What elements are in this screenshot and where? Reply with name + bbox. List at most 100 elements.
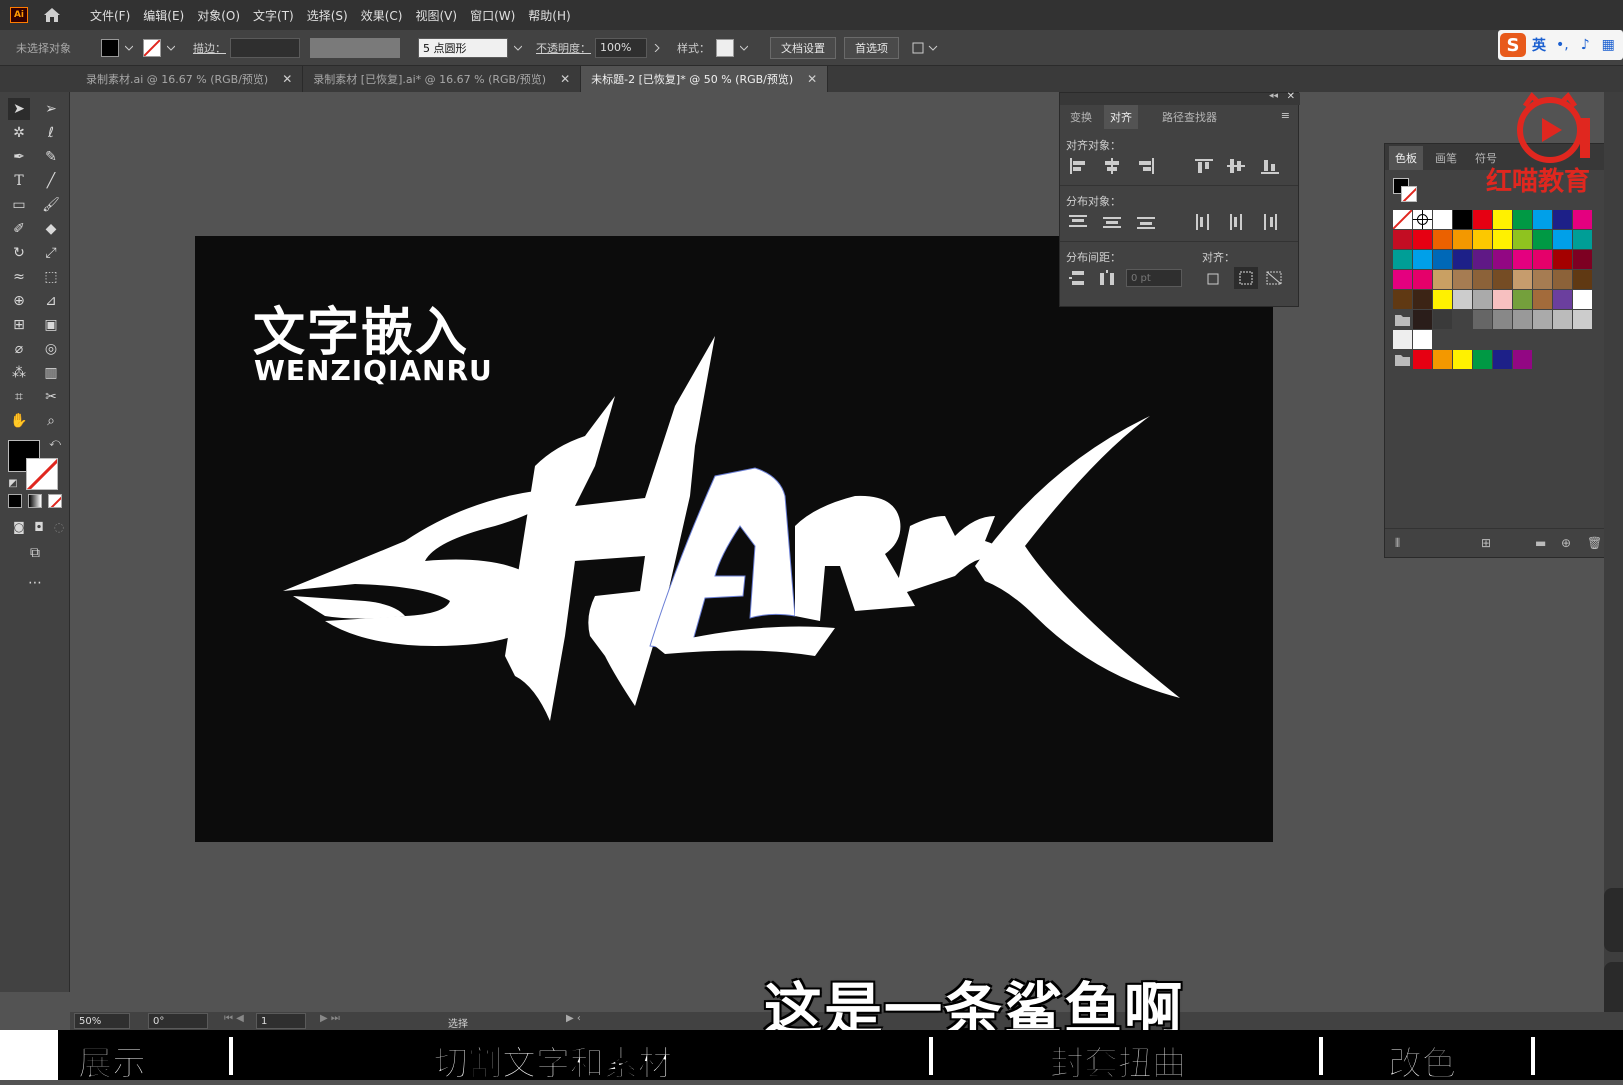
swatch[interactable] xyxy=(1393,330,1412,349)
color-group-folder-icon[interactable] xyxy=(1393,350,1412,369)
swatch[interactable] xyxy=(1393,290,1412,309)
free-transform-tool-icon[interactable]: ⬚ xyxy=(40,266,62,288)
screen-mode-icon[interactable]: ⧉ xyxy=(24,542,46,564)
menu-view[interactable]: 视图(V) xyxy=(415,7,457,24)
style-swatch[interactable] xyxy=(716,38,734,57)
swatch[interactable] xyxy=(1433,210,1452,229)
swatch[interactable] xyxy=(1513,350,1532,369)
scale-tool-icon[interactable]: ⤢ xyxy=(40,242,62,264)
tab-brushes[interactable]: 画笔 xyxy=(1435,146,1457,170)
swatch[interactable] xyxy=(1413,290,1432,309)
menu-help[interactable]: 帮助(H) xyxy=(528,7,570,24)
microphone-icon[interactable]: ♪ xyxy=(1581,37,1590,53)
opacity-label[interactable]: 不透明度： xyxy=(536,40,591,56)
stroke-label[interactable]: 描边： xyxy=(193,40,226,56)
swatch[interactable] xyxy=(1393,250,1412,269)
swatch[interactable] xyxy=(1573,210,1592,229)
swatch[interactable] xyxy=(1533,250,1552,269)
align-to-key-object-icon[interactable] xyxy=(1236,269,1256,287)
swatch[interactable] xyxy=(1473,350,1492,369)
tab-align[interactable]: 对齐 xyxy=(1104,105,1138,129)
swatch[interactable] xyxy=(1413,330,1432,349)
swatch[interactable] xyxy=(1453,350,1472,369)
swatch[interactable] xyxy=(1413,350,1432,369)
swatch[interactable] xyxy=(1513,310,1532,329)
zoom-field[interactable]: 50% xyxy=(74,1013,130,1029)
swatch[interactable] xyxy=(1553,230,1572,249)
align-top-icon[interactable] xyxy=(1194,157,1214,175)
swatch[interactable] xyxy=(1573,310,1592,329)
swatch[interactable] xyxy=(1473,270,1492,289)
first-artboard-icon[interactable]: ⏮ ◀ xyxy=(224,1013,244,1024)
swatch[interactable] xyxy=(1413,310,1432,329)
distribute-right-icon[interactable] xyxy=(1260,213,1280,231)
horizontal-distribute-space-icon[interactable] xyxy=(1098,269,1118,287)
swatch[interactable] xyxy=(1453,210,1472,229)
stroke-color-box[interactable] xyxy=(1401,186,1417,202)
menu-effect[interactable]: 效果(C) xyxy=(361,7,403,24)
swatch[interactable] xyxy=(1573,270,1592,289)
swatch[interactable] xyxy=(1553,250,1572,269)
new-swatch-icon[interactable]: ⊕ xyxy=(1561,536,1571,550)
swatch[interactable] xyxy=(1393,270,1412,289)
swatch[interactable] xyxy=(1453,250,1472,269)
hand-tool-icon[interactable]: ✋ xyxy=(8,410,30,432)
color-group-folder-icon[interactable] xyxy=(1393,310,1412,329)
swatch[interactable] xyxy=(1453,290,1472,309)
artboard[interactable]: 文字嵌入 WENZIQIANRU xyxy=(195,236,1273,842)
zoom-tool-icon[interactable]: ⌕ xyxy=(40,410,62,432)
rectangle-tool-icon[interactable]: ▭ xyxy=(8,194,30,216)
align-vertical-center-icon[interactable] xyxy=(1226,157,1246,175)
collapse-icon[interactable]: ◂◂ xyxy=(1269,91,1278,101)
swatch[interactable] xyxy=(1513,230,1532,249)
swatch[interactable] xyxy=(1433,310,1452,329)
spacing-field[interactable]: 0 pt xyxy=(1126,269,1182,287)
align-bottom-icon[interactable] xyxy=(1260,157,1280,175)
menu-file[interactable]: 文件(F) xyxy=(90,7,130,24)
close-icon[interactable]: ✕ xyxy=(560,72,570,86)
default-colors-icon[interactable]: ◩ xyxy=(2,472,24,494)
swatch[interactable] xyxy=(1573,230,1592,249)
swatch[interactable] xyxy=(1413,270,1432,289)
swatch[interactable] xyxy=(1413,230,1432,249)
width-tool-icon[interactable]: ≈ xyxy=(8,266,30,288)
curvature-tool-icon[interactable]: ✎ xyxy=(40,146,62,168)
color-mode-icon[interactable] xyxy=(8,494,22,508)
swatch[interactable] xyxy=(1493,270,1512,289)
swatch[interactable] xyxy=(1573,250,1592,269)
gradient-mode-icon[interactable] xyxy=(28,494,42,508)
eraser-tool-icon[interactable]: ◆ xyxy=(40,218,62,240)
chevron-right-icon[interactable] xyxy=(653,43,661,52)
variable-width-profile[interactable] xyxy=(310,37,400,58)
symbol-sprayer-tool-icon[interactable]: ⁂ xyxy=(8,362,30,384)
brush-definition[interactable]: 5 点圆形 xyxy=(418,37,508,58)
preferences-button[interactable]: 首选项 xyxy=(844,36,899,59)
document-setup-button[interactable]: 文档设置 xyxy=(770,36,836,59)
swatch[interactable] xyxy=(1493,350,1512,369)
gradient-tool-icon[interactable]: ▣ xyxy=(40,314,62,336)
distribute-top-icon[interactable] xyxy=(1068,213,1088,231)
draw-behind-icon[interactable]: ◘ xyxy=(28,516,50,538)
swatch[interactable] xyxy=(1513,250,1532,269)
shark-lettering-artwork[interactable] xyxy=(195,236,1273,842)
ime-mode[interactable]: 英 xyxy=(1532,35,1546,55)
chevron-right-icon[interactable]: ▶ ‹ xyxy=(566,1013,581,1024)
ime-toolbar[interactable]: S 英 •, ♪ ▦ xyxy=(1498,30,1623,60)
swatch[interactable] xyxy=(1533,270,1552,289)
swatch[interactable] xyxy=(1533,310,1552,329)
swatch[interactable] xyxy=(1473,210,1492,229)
chevron-down-icon[interactable] xyxy=(125,44,133,52)
swap-fill-stroke-icon[interactable]: ⤺ xyxy=(44,432,66,454)
opacity-field[interactable]: 100% xyxy=(595,37,647,58)
distribute-horizontal-center-icon[interactable] xyxy=(1226,213,1246,231)
close-icon[interactable]: ✕ xyxy=(1287,91,1295,102)
delete-swatch-icon[interactable]: 🗑 xyxy=(1587,536,1602,550)
none-mode-icon[interactable] xyxy=(48,494,62,508)
chevron-down-icon[interactable] xyxy=(514,44,522,52)
tab-document-1[interactable]: 录制素材.ai @ 16.67 % (RGB/预览) ✕ xyxy=(76,66,304,92)
blend-tool-icon[interactable]: ◎ xyxy=(40,338,62,360)
swatch-libraries-menu-icon[interactable]: ⫴ xyxy=(1395,536,1400,551)
align-to-artboard-icon[interactable] xyxy=(1264,269,1284,287)
menu-type[interactable]: 文字(T) xyxy=(253,7,294,24)
home-icon[interactable] xyxy=(42,6,62,24)
